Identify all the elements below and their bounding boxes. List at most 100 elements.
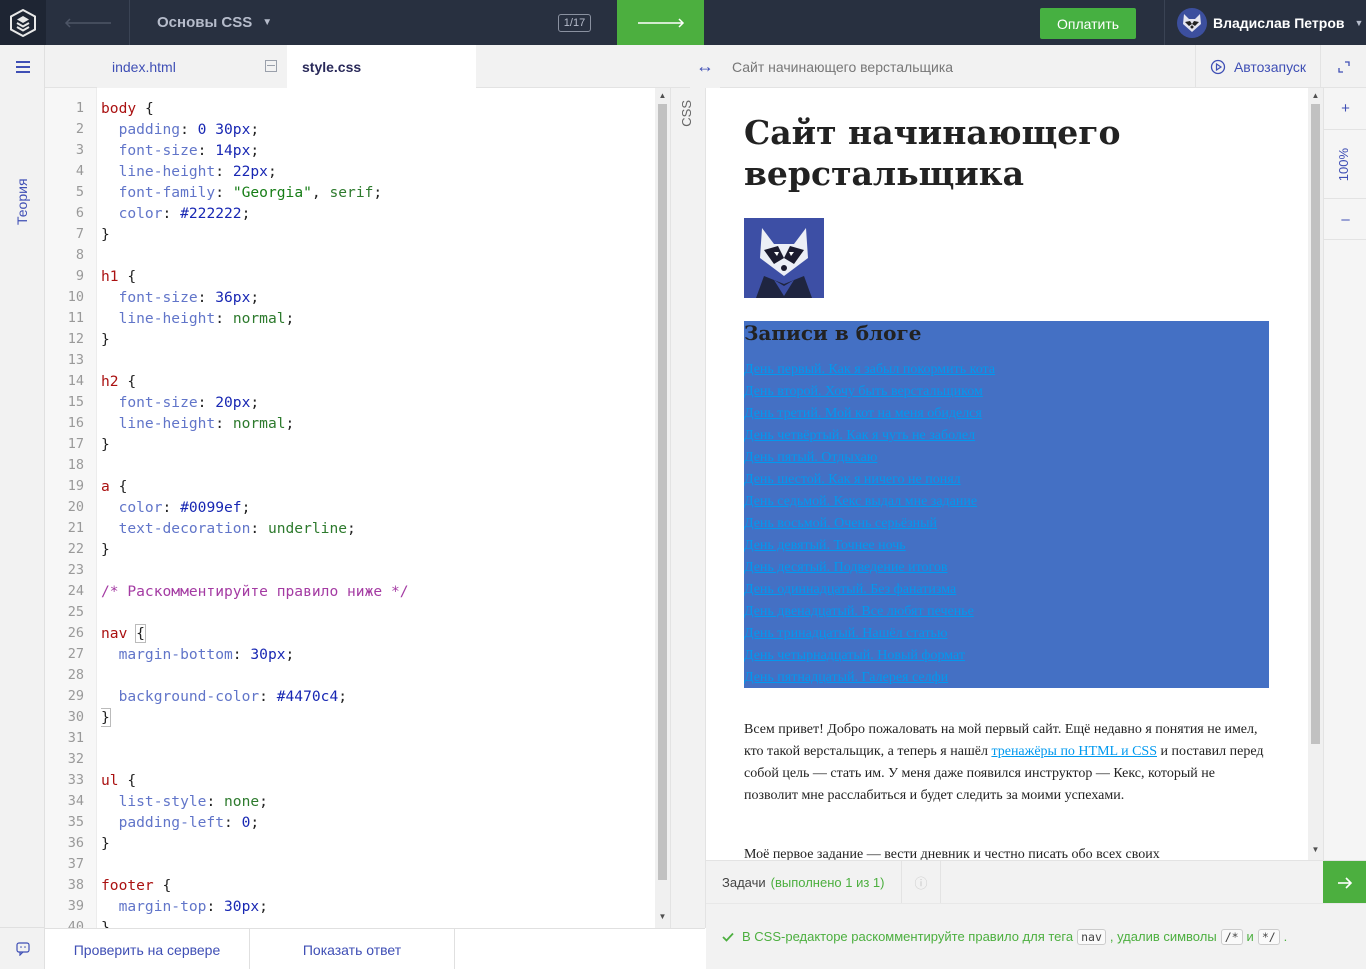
code-token: : bbox=[259, 688, 277, 705]
code-line[interactable]: footer { bbox=[101, 875, 171, 896]
menu-icon[interactable] bbox=[0, 45, 45, 89]
tasks-toggle[interactable]: Задачи (выполнено 1 из 1) bbox=[722, 861, 884, 904]
code-line[interactable]: text-decoration: underline; bbox=[101, 518, 356, 539]
trainers-link[interactable]: тренажёры по HTML и CSS bbox=[991, 744, 1157, 759]
code-line[interactable]: color: #0099ef; bbox=[101, 497, 251, 518]
autorun-toggle[interactable]: Автозапуск bbox=[1195, 45, 1320, 88]
nav-link[interactable]: День тринадцатый. Нашёл статью bbox=[744, 623, 947, 645]
feedback-icon[interactable] bbox=[0, 927, 45, 969]
nav-link[interactable]: День четырнадцатый. Новый формат bbox=[744, 645, 965, 667]
code-line[interactable]: margin-bottom: 30px; bbox=[101, 644, 295, 665]
code-token: : bbox=[215, 415, 233, 432]
course-selector[interactable]: Основы CSS ▼ bbox=[131, 0, 291, 45]
code-token: margin-top bbox=[101, 898, 207, 915]
line-number: 36 bbox=[67, 835, 84, 851]
code-line[interactable]: font-size: 36px; bbox=[101, 287, 260, 308]
nav-link[interactable]: День десятый. Подведение итогов bbox=[744, 557, 948, 579]
code-token: ; bbox=[267, 163, 277, 180]
line-number: 29 bbox=[67, 688, 84, 704]
check-on-server-button[interactable]: Проверить на сервере bbox=[45, 929, 250, 969]
code-token: line-height bbox=[101, 415, 216, 432]
code-token: normal bbox=[232, 310, 286, 327]
tab-label: index.html bbox=[112, 58, 176, 75]
css-code-editor[interactable]: body { padding: 0 30px; font-size: 14px;… bbox=[101, 88, 653, 928]
line-number: 30 bbox=[67, 709, 84, 725]
code-line[interactable]: a { bbox=[101, 476, 127, 497]
code-line[interactable]: body { bbox=[101, 98, 154, 119]
code-line[interactable]: } bbox=[101, 224, 110, 245]
code-line[interactable]: font-family: "Georgia", serif; bbox=[101, 182, 383, 203]
code-line[interactable]: line-height: normal; bbox=[101, 308, 295, 329]
resize-handle-icon[interactable]: ↔ bbox=[690, 45, 720, 88]
code-line[interactable]: } bbox=[101, 833, 110, 854]
code-token: none bbox=[224, 793, 260, 810]
line-number: 31 bbox=[67, 730, 84, 746]
code-line[interactable]: line-height: 22px; bbox=[101, 161, 277, 182]
nav-link[interactable]: День первый. Как я забыл покормить кота bbox=[744, 359, 995, 381]
zoom-out-button[interactable]: – bbox=[1324, 198, 1366, 240]
code-token: ; bbox=[285, 310, 295, 327]
scroll-up-icon[interactable]: ▲ bbox=[655, 91, 670, 100]
code-line[interactable]: h2 { bbox=[101, 371, 136, 392]
code-line[interactable]: font-size: 20px; bbox=[101, 392, 260, 413]
code-line[interactable]: } bbox=[101, 917, 110, 928]
line-number: 28 bbox=[67, 667, 84, 683]
line-number: 8 bbox=[75, 247, 84, 263]
code-line[interactable]: nav { bbox=[101, 623, 146, 644]
code-line[interactable]: padding-left: 0; bbox=[101, 812, 260, 833]
code-line[interactable]: font-size: 14px; bbox=[101, 140, 260, 161]
code-line[interactable]: } bbox=[101, 434, 110, 455]
logo-icon[interactable] bbox=[0, 0, 46, 45]
collapse-icon[interactable] bbox=[265, 60, 277, 72]
info-icon[interactable]: ⓘ bbox=[901, 861, 941, 904]
code-line[interactable]: margin-top: 30px; bbox=[101, 896, 268, 917]
next-task-button[interactable] bbox=[1323, 861, 1366, 904]
line-number: 13 bbox=[67, 352, 84, 368]
nav-link[interactable]: День пятый. Отдыхаю bbox=[744, 447, 877, 469]
tab-index-html[interactable]: index.html bbox=[97, 45, 287, 88]
pay-button[interactable]: Оплатить bbox=[1040, 8, 1136, 39]
code-line[interactable]: padding: 0 30px; bbox=[101, 119, 260, 140]
code-line[interactable]: ul { bbox=[101, 770, 136, 791]
scroll-up-icon[interactable]: ▲ bbox=[1308, 91, 1323, 100]
zoom-in-button[interactable]: + bbox=[1324, 88, 1366, 130]
nav-link[interactable]: День пятнадцатый. Галерея селфи bbox=[744, 667, 948, 689]
theory-tab[interactable]: Теория bbox=[10, 105, 34, 225]
code-line[interactable]: /* Раскомментируйте правило ниже */ bbox=[101, 581, 409, 602]
code-line[interactable]: list-style: none; bbox=[101, 791, 268, 812]
editor-scrollbar-thumb[interactable] bbox=[658, 104, 667, 880]
nav-link[interactable]: День двенадцатый. Все любят печенье bbox=[744, 601, 974, 623]
nav-link[interactable]: День седьмой. Кекс выдал мне задание bbox=[744, 491, 977, 513]
code-line[interactable]: } bbox=[101, 539, 110, 560]
code-token: } bbox=[101, 541, 110, 558]
nav-link[interactable]: День девятый. Точнее ночь bbox=[744, 535, 906, 557]
code-line[interactable]: line-height: normal; bbox=[101, 413, 295, 434]
code-line[interactable]: } bbox=[101, 329, 110, 350]
line-number: 38 bbox=[67, 877, 84, 893]
back-arrow-button[interactable] bbox=[46, 0, 130, 45]
nav-link[interactable]: День восьмой. Очень серьёзный bbox=[744, 513, 937, 535]
progress-badge: 1/17 bbox=[558, 14, 591, 32]
next-step-button[interactable] bbox=[617, 0, 704, 45]
code-line[interactable]: h1 { bbox=[101, 266, 136, 287]
code-line[interactable]: color: #222222; bbox=[101, 203, 251, 224]
line-number: 6 bbox=[75, 205, 84, 221]
scroll-down-icon[interactable]: ▼ bbox=[1308, 845, 1323, 854]
preview-scrollbar-thumb[interactable] bbox=[1311, 104, 1320, 744]
nav-link[interactable]: День четвёртый. Как я чуть не заболел bbox=[744, 425, 975, 447]
code-token: background-color bbox=[101, 688, 260, 705]
user-menu[interactable]: Владислав Петров ▼ bbox=[1164, 0, 1366, 45]
line-number: 22 bbox=[67, 541, 84, 557]
code-line[interactable]: background-color: #4470c4; bbox=[101, 686, 347, 707]
nav-link[interactable]: День второй. Хочу быть верстальщиком bbox=[744, 381, 983, 403]
code-line[interactable]: } bbox=[101, 707, 111, 728]
nav-heading: Записи в блоге bbox=[744, 321, 922, 345]
expand-icon[interactable] bbox=[1320, 45, 1366, 88]
line-number: 5 bbox=[75, 184, 84, 200]
nav-link[interactable]: День одиннадцатый. Без фанатизма bbox=[744, 579, 956, 601]
show-answer-button[interactable]: Показать ответ bbox=[250, 929, 455, 969]
nav-link[interactable]: День третий. Мой кот на меня обиделся bbox=[744, 403, 982, 425]
nav-link[interactable]: День шестой. Как я ничего не понял bbox=[744, 469, 961, 491]
tab-style-css[interactable]: style.css bbox=[287, 45, 476, 88]
scroll-down-icon[interactable]: ▼ bbox=[655, 912, 670, 921]
